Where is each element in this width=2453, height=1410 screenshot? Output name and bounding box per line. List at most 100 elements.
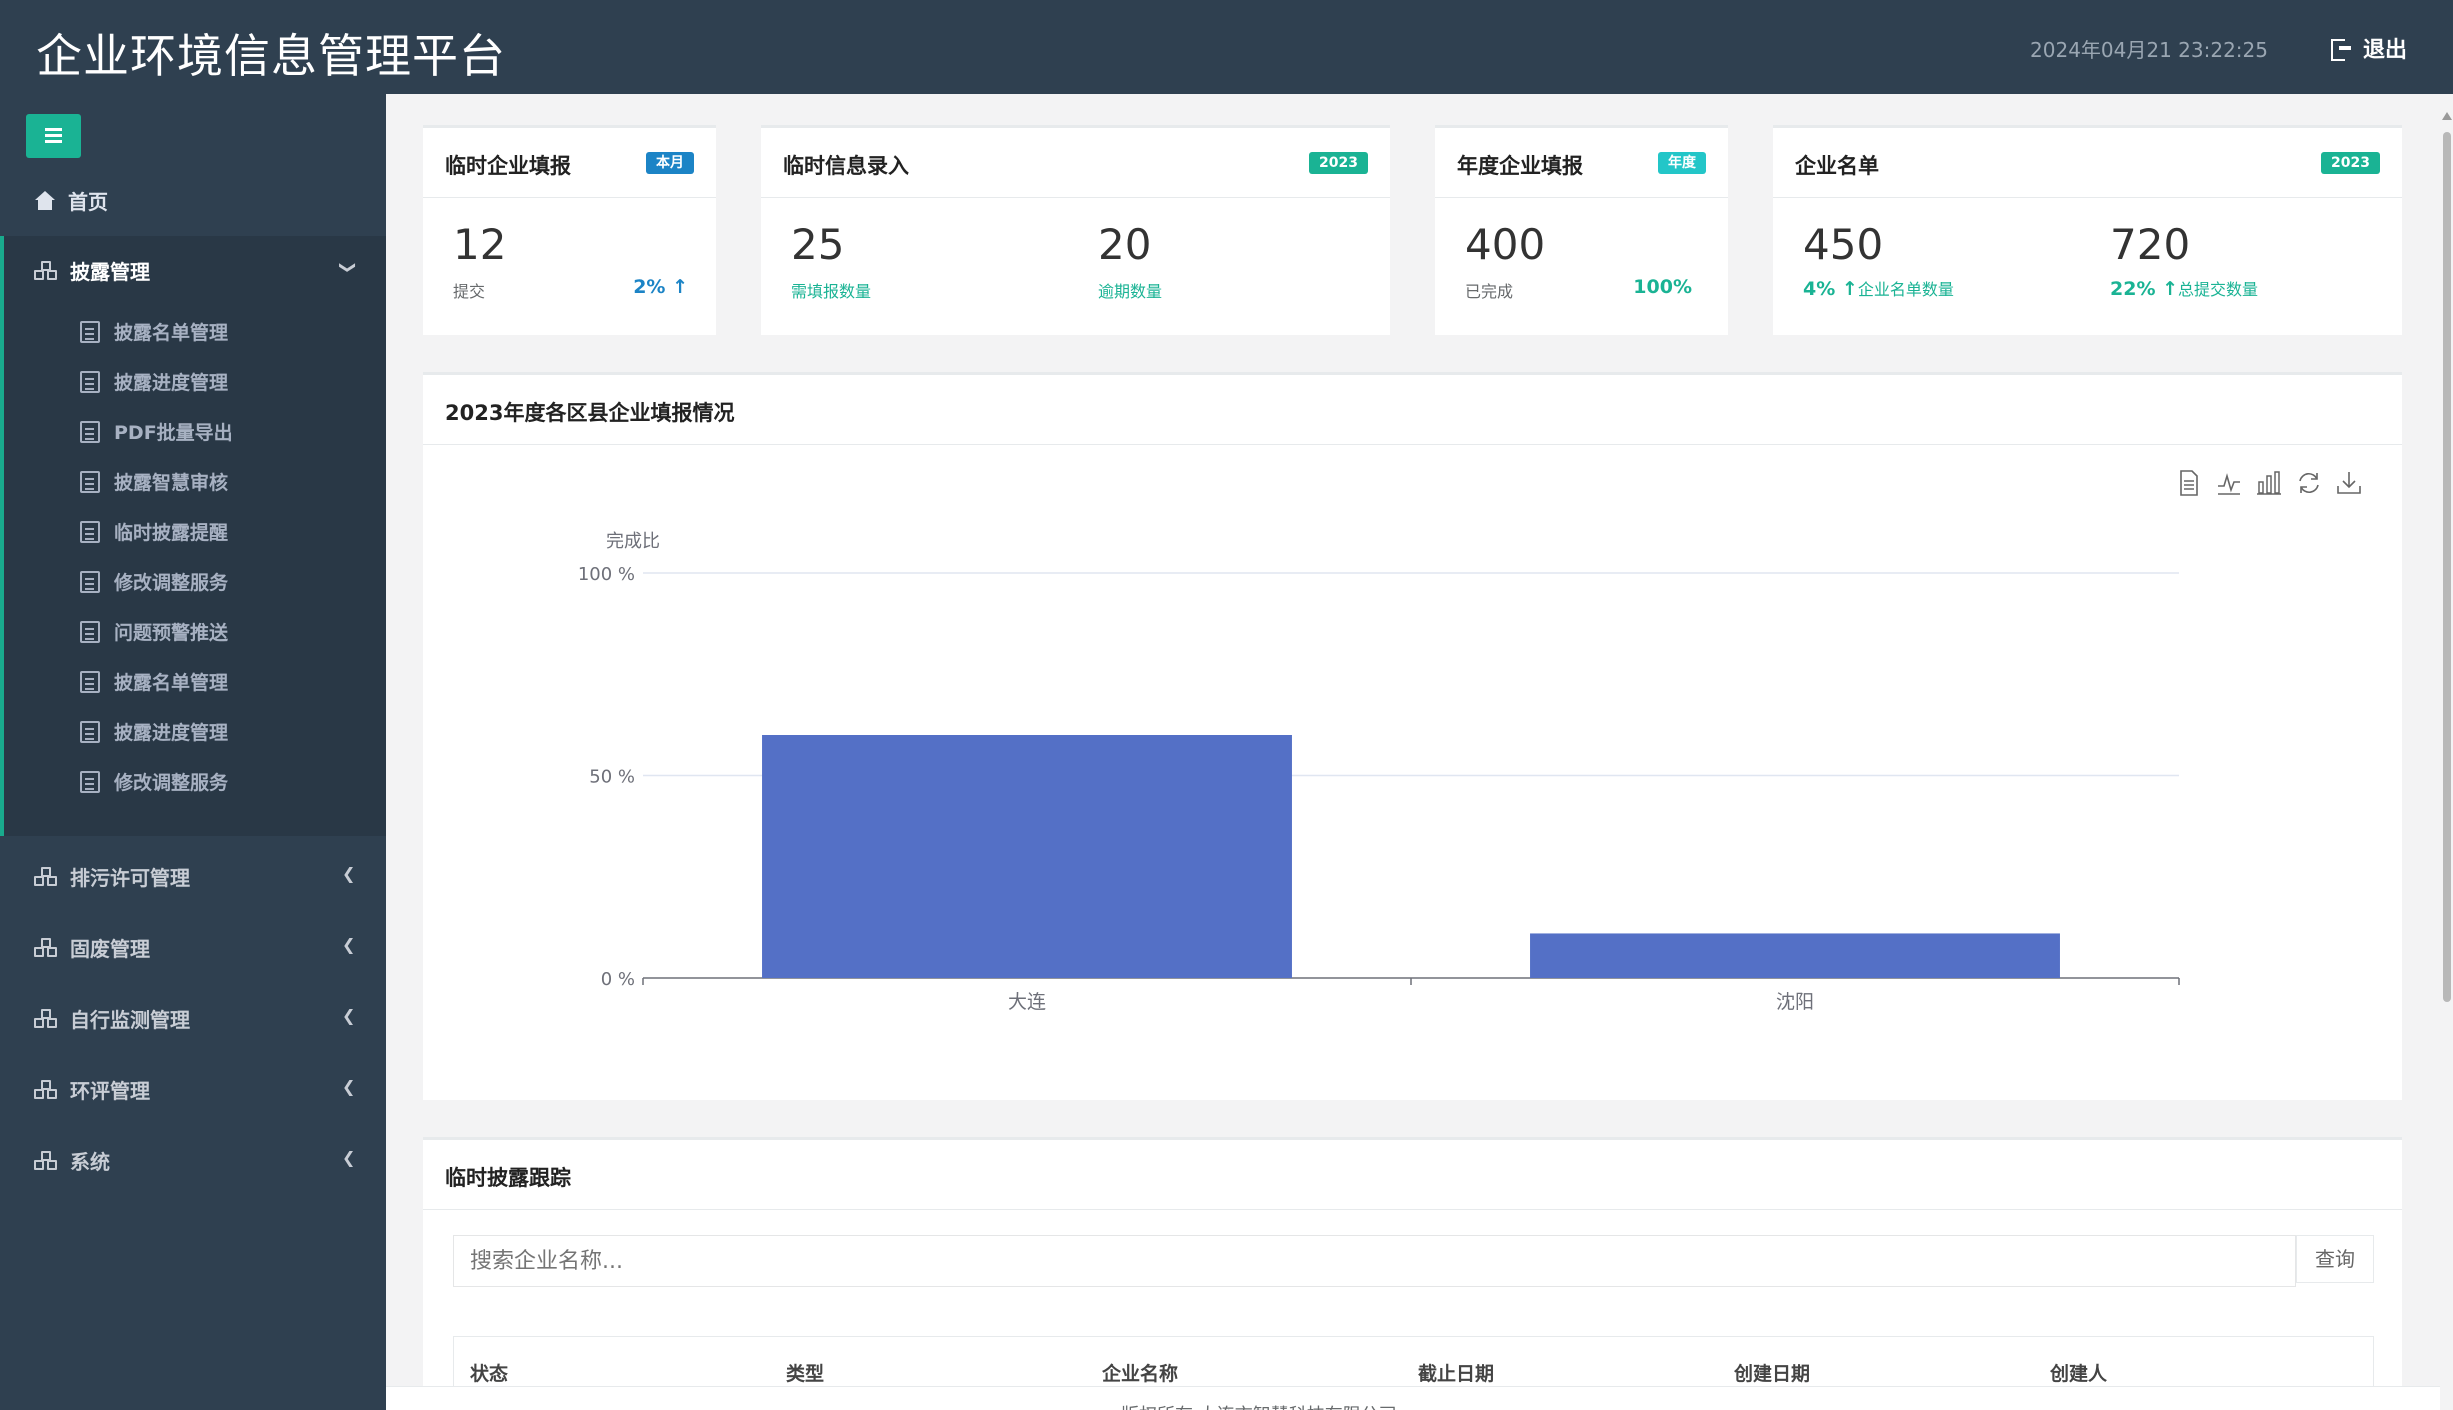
sidebar-item-label: 环评管理 xyxy=(70,1079,150,1103)
sidebar-subitem[interactable]: 披露进度管理 xyxy=(80,718,228,745)
y-tick-label: 0 % xyxy=(601,969,635,990)
stat-card-company-list: 企业名单 2023 450 4% ↑企业名单数量 720 22% ↑总提交数量 xyxy=(1773,125,2402,335)
page-scrollbar[interactable] xyxy=(2440,110,2453,1410)
year-badge: 2023 xyxy=(1309,152,1368,174)
platform-title: 企业环境信息管理平台 xyxy=(36,29,506,83)
stat-value: 720 xyxy=(2110,220,2191,269)
sidebar-subitem[interactable]: 修改调整服务 xyxy=(80,768,228,795)
sidebar-subitem-label: 披露进度管理 xyxy=(114,722,229,744)
sidebar-subitem[interactable]: 临时披露提醒 xyxy=(80,518,228,545)
column-header-creator[interactable]: 创建人 xyxy=(2050,1359,2107,1386)
sidebar-item-label: 排污许可管理 xyxy=(70,866,190,890)
hamburger-icon-line xyxy=(45,140,62,143)
sidebar-subitem[interactable]: 披露名单管理 xyxy=(80,318,228,345)
sidebar: 首页 披露管理 ❯ 披露名单管理 披露进度管理 PDF批量导出 披露智慧审核 临… xyxy=(0,94,386,1410)
download-icon[interactable] xyxy=(2336,470,2362,496)
sidebar-item-solid-waste[interactable]: 固废管理 xyxy=(34,933,150,962)
column-header-created-date[interactable]: 创建日期 xyxy=(1734,1359,1810,1386)
arrow-up-icon: ↑ xyxy=(1841,278,1858,300)
column-header-type[interactable]: 类型 xyxy=(786,1359,824,1386)
company-search-input[interactable] xyxy=(454,1236,2295,1286)
chevron-left-icon: ❮ xyxy=(342,1077,356,1096)
column-header-deadline[interactable]: 截止日期 xyxy=(1418,1359,1494,1386)
company-search-box xyxy=(453,1235,2296,1287)
stat-card-temp-entry: 临时信息录入 2023 25 需填报数量 20 逾期数量 xyxy=(761,125,1390,335)
chevron-left-icon: ❮ xyxy=(342,864,356,883)
stat-card-annual-report: 年度企业填报 年度 400 已完成 100% xyxy=(1435,125,1728,335)
sidebar-subitem-label: 问题预警推送 xyxy=(114,622,229,644)
sidebar-subitem-label: 披露智慧审核 xyxy=(114,472,229,494)
stat-percent: 22% ↑总提交数量 xyxy=(2110,276,2258,300)
sidebar-subitem-label: 修改调整服务 xyxy=(114,572,229,594)
chevron-left-icon: ❮ xyxy=(342,1006,356,1025)
sidebar-item-eia[interactable]: 环评管理 xyxy=(34,1075,150,1104)
card-header: 临时企业填报 本月 xyxy=(423,128,716,198)
logout-button[interactable]: 退出 xyxy=(2330,32,2407,64)
bar-chart: 0 % 50 % 100 % 完成比大连 沈阳 xyxy=(578,531,2180,1013)
scroll-up-arrow-icon[interactable] xyxy=(2442,112,2452,120)
menu-toggle-button[interactable] xyxy=(26,114,81,158)
cubes-icon xyxy=(34,937,58,958)
stat-label: 总提交数量 xyxy=(2178,280,2259,299)
document-icon xyxy=(80,620,100,643)
bar-chart-icon[interactable] xyxy=(2256,470,2282,496)
sidebar-subitem[interactable]: PDF批量导出 xyxy=(80,418,233,445)
stat-percent: 4% ↑企业名单数量 xyxy=(1803,276,1954,300)
stat-percent-value: 4% xyxy=(1803,278,1836,300)
document-icon xyxy=(80,370,100,393)
document-icon xyxy=(80,570,100,593)
sidebar-item-label: 自行监测管理 xyxy=(70,1008,190,1032)
copyright-text: 版权所有 大连市智慧科技有限公司 xyxy=(1121,1401,1397,1410)
chevron-left-icon: ❮ xyxy=(342,1148,356,1167)
chart-title: 2023年度各区县企业填报情况 xyxy=(445,401,735,425)
sidebar-subitem[interactable]: 披露名单管理 xyxy=(80,668,228,695)
sidebar-item-home[interactable]: 首页 xyxy=(34,186,108,215)
sidebar-subitem-label: PDF批量导出 xyxy=(114,422,233,444)
sidebar-item-self-monitoring[interactable]: 自行监测管理 xyxy=(34,1004,190,1033)
y-tick-label: 50 % xyxy=(589,767,635,788)
sidebar-item-disclosure[interactable]: 披露管理 xyxy=(34,256,150,285)
stat-label: 企业名单数量 xyxy=(1857,280,1954,299)
chevron-down-icon: ❯ xyxy=(339,260,359,275)
stat-label: 提交 xyxy=(453,282,486,301)
refresh-icon[interactable] xyxy=(2296,470,2322,496)
home-icon xyxy=(34,190,56,211)
period-badge: 本月 xyxy=(646,152,694,174)
card-header: 年度企业填报 年度 xyxy=(1435,128,1728,198)
card-header: 企业名单 2023 xyxy=(1773,128,2402,198)
stat-value: 25 xyxy=(791,220,845,269)
cubes-icon xyxy=(34,260,58,281)
sidebar-subitem-label: 披露名单管理 xyxy=(114,672,229,694)
page-footer: 版权所有 大连市智慧科技有限公司 xyxy=(386,1386,2440,1410)
x-tick-label: 大连 xyxy=(1008,991,1046,1013)
sidebar-subitem[interactable]: 修改调整服务 xyxy=(80,568,228,595)
sidebar-item-system[interactable]: 系统 xyxy=(34,1146,110,1175)
stat-card-temp-report: 临时企业填报 本月 12 提交 2% ↑ xyxy=(423,125,716,335)
stat-percent: 2% ↑ xyxy=(633,276,688,298)
data-view-icon[interactable] xyxy=(2178,470,2200,496)
x-tick-label: 沈阳 xyxy=(1776,991,1814,1013)
sidebar-item-label: 固废管理 xyxy=(70,937,150,961)
card-title: 企业名单 xyxy=(1795,154,1879,178)
sidebar-subitem-label: 修改调整服务 xyxy=(114,772,229,794)
sidebar-item-permit[interactable]: 排污许可管理 xyxy=(34,862,190,891)
tracking-title: 临时披露跟踪 xyxy=(445,1166,571,1190)
stat-percent-value: 22% xyxy=(2110,278,2156,300)
scrollbar-thumb[interactable] xyxy=(2443,132,2451,1002)
sign-out-icon xyxy=(2330,39,2353,61)
column-header-status[interactable]: 状态 xyxy=(470,1359,508,1386)
stat-label: 逾期数量 xyxy=(1098,282,1163,301)
document-icon xyxy=(80,720,100,743)
sidebar-subitem-label: 临时披露提醒 xyxy=(114,522,229,544)
cubes-icon xyxy=(34,1008,58,1029)
query-button[interactable]: 查询 xyxy=(2296,1235,2374,1283)
y-tick-label: 100 % xyxy=(578,564,635,585)
sidebar-subitem[interactable]: 披露进度管理 xyxy=(80,368,228,395)
bar xyxy=(762,735,1292,978)
line-chart-icon[interactable] xyxy=(2216,470,2242,496)
column-header-company[interactable]: 企业名称 xyxy=(1102,1359,1178,1386)
sidebar-subitem[interactable]: 问题预警推送 xyxy=(80,618,228,645)
sidebar-subitem[interactable]: 披露智慧审核 xyxy=(80,468,228,495)
card-title: 年度企业填报 xyxy=(1457,154,1583,178)
stat-value: 20 xyxy=(1098,220,1152,269)
